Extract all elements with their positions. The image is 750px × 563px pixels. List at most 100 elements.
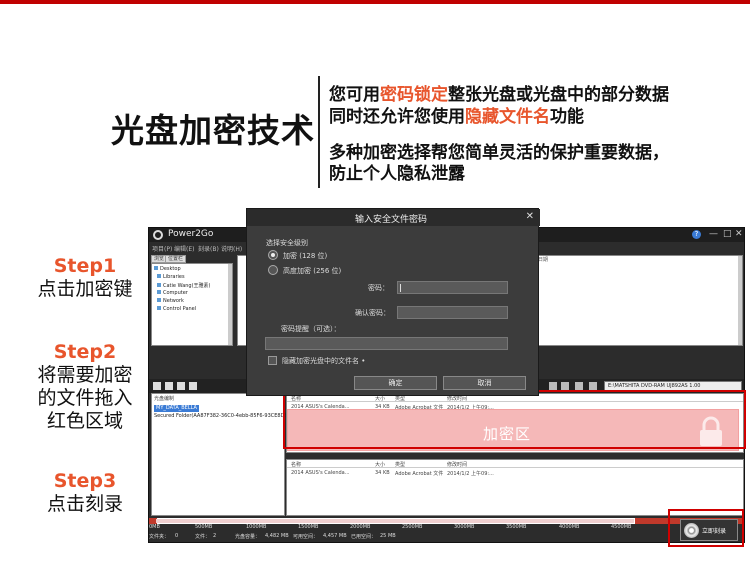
encrypt-icon[interactable]: [189, 382, 197, 390]
scale-label: 2000MB: [350, 524, 371, 530]
dialog-titlebar: 输入安全文件密码 ✕: [247, 209, 540, 226]
radio-encrypt-128-label: 加密 (128 位): [283, 252, 328, 260]
disc-info-icon[interactable]: [549, 382, 557, 390]
step-1-text: 点击加密键: [37, 278, 133, 300]
column-size[interactable]: 大小: [375, 461, 385, 468]
dialog-title: 输入安全文件密码: [355, 215, 428, 225]
file-list-scrollbar[interactable]: [738, 256, 742, 345]
tree-item-user[interactable]: Catie Wang(王雅素): [157, 282, 211, 289]
password-label: 密码：: [368, 284, 389, 292]
tree-item-libraries[interactable]: Libraries: [157, 274, 185, 280]
menu-project[interactable]: 项目(P): [152, 244, 172, 253]
file-list-top-right: 日期: [533, 255, 743, 346]
text-caret: [400, 284, 401, 292]
burn-now-label: 立即刻录: [702, 528, 727, 535]
delete-icon[interactable]: [177, 382, 185, 390]
desc-line-3: 多种加密选择帮您简单灵活的保护重要数据，: [329, 143, 669, 163]
folder-icon: [154, 266, 158, 270]
close-icon[interactable]: ✕: [735, 229, 743, 239]
folder-icon: [157, 274, 161, 278]
column-type[interactable]: 类型: [395, 461, 405, 468]
radio-encrypt-128[interactable]: [268, 250, 278, 260]
menu-burn[interactable]: 刻录(B): [198, 244, 219, 253]
folders-label: 文件夹：: [149, 534, 170, 540]
tree-item-control-panel[interactable]: Control Panel: [157, 306, 196, 312]
minimize-icon[interactable]: —: [709, 229, 718, 239]
files-label: 文件：: [195, 534, 211, 540]
burn-now-button[interactable]: 立即刻录: [680, 519, 738, 541]
password-hint-label: 密码提醒（可选）：: [281, 325, 341, 333]
scale-label: 3500MB: [506, 524, 527, 530]
add-file-icon[interactable]: [165, 382, 173, 390]
power2go-logo-icon: [153, 230, 163, 240]
radio-encrypt-256-label: 高度加密 (256 位): [283, 267, 342, 275]
secured-columns: 名称 大小 类型 修改时间: [287, 460, 743, 468]
folder-tree: Desktop Libraries Catie Wang(王雅素) Comput…: [151, 263, 233, 346]
tree-item-network[interactable]: Network: [157, 298, 184, 304]
folders-count: 0: [175, 533, 179, 539]
scale-label: 500MB: [195, 524, 213, 530]
password-dialog: 输入安全文件密码 ✕ 选择安全级别 加密 (128 位) 高度加密 (256 位…: [246, 208, 540, 396]
cancel-button[interactable]: 取消: [443, 376, 526, 390]
table-row[interactable]: 2014 ASUS's Calenda... 34 KB Adobe Acrob…: [287, 469, 743, 477]
confirm-password-field[interactable]: [397, 306, 508, 319]
desc-line-2: 同时还允许您使用隐藏文件名功能: [329, 107, 584, 127]
menu-help[interactable]: 说明(H): [221, 244, 242, 253]
new-folder-icon[interactable]: [153, 382, 161, 390]
disc-structure-header: 光盘编制: [154, 396, 175, 402]
capacity-label: 光盘容量：: [235, 534, 261, 540]
tree-item-desktop[interactable]: Desktop: [154, 266, 181, 272]
tree-scrollbar[interactable]: [228, 264, 232, 345]
capacity-free-track: [156, 519, 634, 523]
eject-icon[interactable]: [575, 382, 583, 390]
hide-filenames-label: 隐藏加密光盘中的文件名 •: [282, 357, 366, 365]
network-icon: [157, 298, 161, 302]
disc-root-item[interactable]: MY_DATA_BELLA: [154, 405, 199, 412]
dialog-close-icon[interactable]: ✕: [526, 211, 534, 222]
desc-highlight-hide-filename: 隐藏文件名: [465, 107, 550, 127]
desc-line-4: 防止个人隐私泄露: [329, 164, 465, 184]
desc-line-1: 您可用密码锁定整张光盘或光盘中的部分数据: [329, 85, 669, 105]
capacity-value: 4,482 MB: [265, 533, 289, 539]
scale-label: 0MB: [149, 524, 160, 530]
file-modified: 2014/1/2 上午09:...: [447, 471, 494, 477]
step-3-text: 点击刻录: [46, 493, 123, 515]
page-title: 光盘加密技术: [111, 111, 315, 150]
column-date[interactable]: 日期: [538, 256, 548, 263]
menu-edit[interactable]: 编辑(E): [174, 244, 194, 253]
disc-structure-pane: 光盘编制 MY_DATA_BELLA Secured Folder(AA87F3…: [151, 393, 291, 516]
file-size: 34 KB: [375, 470, 390, 476]
used-space-value: 25 MB: [380, 533, 396, 539]
tab-location[interactable]: 位置栏: [165, 255, 187, 263]
free-space-label: 可用空间：: [293, 534, 319, 540]
step-2-heading: Step2: [53, 341, 117, 363]
step-1: Step1 点击加密键: [10, 255, 160, 301]
file-name: 2014 ASUS's Calenda...: [291, 470, 350, 476]
refresh-icon[interactable]: [561, 382, 569, 390]
title-divider: [318, 76, 320, 188]
step-2-text-line-2: 的文件拖入: [37, 387, 133, 409]
help-icon[interactable]: ?: [692, 230, 701, 239]
column-name[interactable]: 名称: [291, 461, 301, 468]
step-2-text-line-3: 红色区域: [46, 410, 123, 432]
password-field[interactable]: [397, 281, 508, 294]
file-type: Adobe Acrobat 文件: [395, 471, 444, 477]
scale-label: 1500MB: [298, 524, 319, 530]
capacity-scale: 0MB 500MB 1000MB 1500MB 2000MB 2500MB 30…: [149, 524, 744, 532]
settings-icon[interactable]: [589, 382, 597, 390]
used-space-label: 已用空间：: [351, 534, 377, 540]
maximize-icon[interactable]: □: [723, 229, 732, 239]
drop-target-highlight: [283, 390, 746, 449]
hide-filenames-checkbox[interactable]: [268, 356, 277, 365]
ok-button[interactable]: 确定: [354, 376, 437, 390]
radio-encrypt-256[interactable]: [268, 265, 278, 275]
tree-item-computer[interactable]: Computer: [157, 290, 188, 296]
secured-content-pane: 名称 大小 类型 修改时间 2014 ASUS's Calenda... 34 …: [286, 459, 744, 516]
secured-folder-item[interactable]: Secured Folder(AA87F382-36C0-4ebb-85F6-9…: [154, 413, 291, 419]
desc-highlight-password-lock: 密码锁定: [380, 85, 448, 105]
column-modified[interactable]: 修改时间: [447, 461, 467, 468]
password-hint-field[interactable]: [265, 337, 508, 350]
scale-label: 4000MB: [559, 524, 580, 530]
top-accent-line: [0, 0, 750, 4]
confirm-password-label: 确认密码：: [355, 309, 390, 317]
